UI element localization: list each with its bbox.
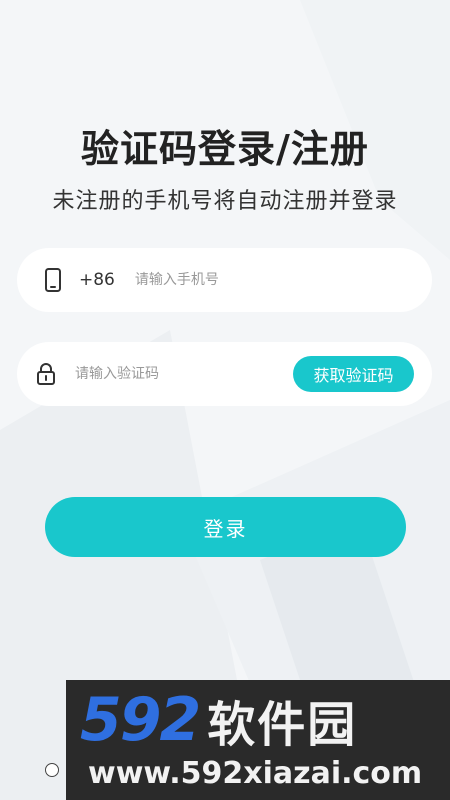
country-code: +86 (79, 270, 115, 290)
agreement-radio[interactable] (45, 763, 59, 777)
phone-field: +86 (17, 248, 432, 312)
page-title: 验证码登录/注册 (81, 127, 369, 171)
verification-code-input[interactable] (73, 365, 267, 383)
phone-icon (43, 267, 63, 293)
phone-input[interactable] (132, 271, 377, 289)
get-code-button[interactable]: 获取验证码 (293, 356, 414, 392)
watermark-overlay: 592 软件园 www.592xiazai.com (66, 680, 450, 800)
watermark-url: www.592xiazai.com (88, 756, 423, 791)
lock-icon (35, 361, 57, 387)
watermark-brand-number: 592 (80, 685, 201, 755)
watermark-logo: 592 软件园 (80, 685, 358, 755)
code-field: 获取验证码 (17, 342, 432, 406)
page-subtitle: 未注册的手机号将自动注册并登录 (52, 189, 398, 214)
watermark-brand-text: 软件园 (207, 697, 358, 753)
login-button[interactable]: 登录 (45, 497, 406, 557)
